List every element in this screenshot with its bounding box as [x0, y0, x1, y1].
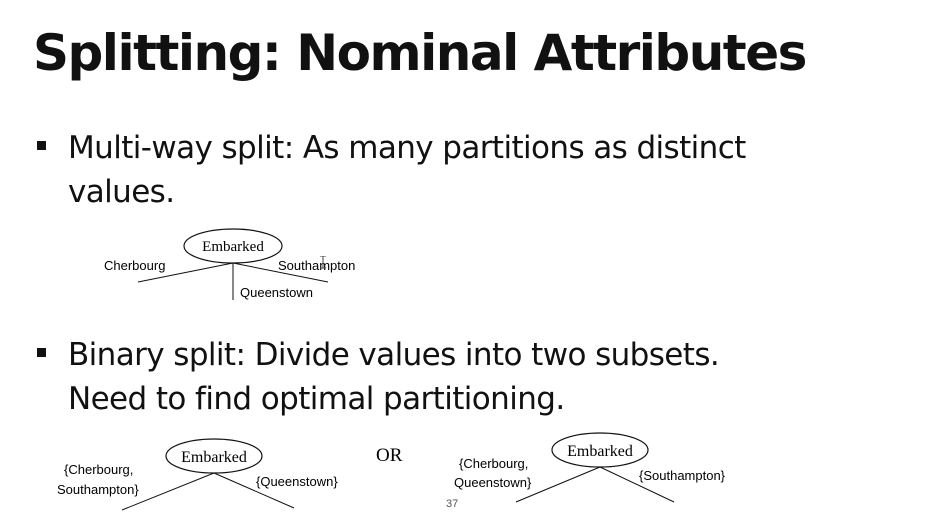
binary-left-label-right: {Queenstown}	[256, 474, 338, 489]
binary-right-label-left-1: {Cherbourg,	[459, 456, 528, 471]
or-label: OR	[376, 445, 403, 466]
multiway-tree: Embarked Cherbourg Queenstown Southampto…	[104, 228, 355, 300]
slide: Splitting: Nominal Attributes Multi-way …	[0, 0, 926, 522]
binary-left-label-left-2: Southampton}	[57, 482, 139, 497]
text-cursor-icon	[320, 256, 326, 269]
binary-left-node-label: Embarked	[181, 449, 247, 466]
multiway-node-label: Embarked	[202, 239, 264, 255]
binary-tree-left: Embarked {Cherbourg, Southampton} {Queen…	[57, 438, 338, 511]
tree-diagrams: Embarked Cherbourg Queenstown Southampto…	[57, 228, 726, 511]
binary-left-label-left-1: {Cherbourg,	[64, 462, 133, 477]
binary-right-label-right: {Southampton}	[639, 468, 726, 483]
binary-right-label-left-2: Queenstown}	[454, 475, 532, 490]
multiway-branch-label-right: Southampton	[278, 258, 355, 273]
binary-right-node-label: Embarked	[567, 443, 633, 460]
page-number: 37	[446, 498, 459, 510]
multiway-branch-label-left: Cherbourg	[104, 258, 165, 273]
binary-tree-right: Embarked {Cherbourg, Queenstown} {Southa…	[454, 432, 726, 503]
multiway-branch-label-middle: Queenstown	[240, 285, 313, 300]
